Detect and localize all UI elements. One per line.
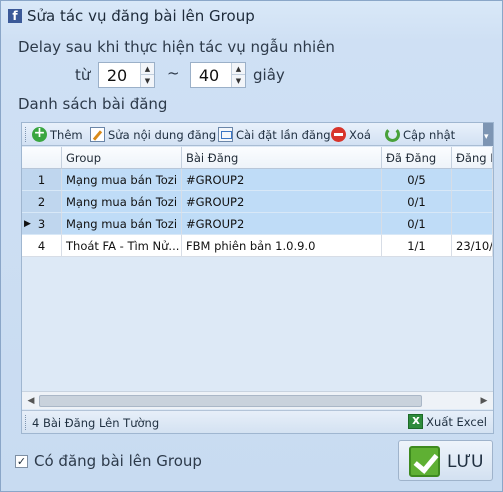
- delay-to-value[interactable]: 40: [191, 66, 227, 85]
- post-to-group-checkbox[interactable]: ✓: [15, 455, 28, 468]
- post-count-label: 4 Bài Đăng Lên Tường: [32, 416, 160, 430]
- posts-panel: Thêm Sửa nội dung đăng Cài đặt lần đăng …: [21, 122, 494, 434]
- delete-button[interactable]: Xoá: [331, 125, 371, 144]
- horizontal-scrollbar[interactable]: ◀ ▶: [22, 391, 493, 409]
- save-button[interactable]: LƯU: [398, 440, 493, 481]
- refresh-button[interactable]: Cập nhật: [385, 125, 455, 144]
- toolbar-overflow-button[interactable]: [483, 123, 493, 146]
- delete-label: Xoá: [349, 127, 371, 142]
- chevron-down-icon[interactable]: ▼: [141, 75, 154, 87]
- chevron-left-icon[interactable]: ◀: [24, 394, 38, 408]
- posts-toolbar: Thêm Sửa nội dung đăng Cài đặt lần đăng …: [22, 123, 493, 146]
- cell-last-posted[interactable]: [452, 169, 493, 191]
- export-excel-button[interactable]: Xuất Excel: [408, 413, 487, 429]
- cell-group[interactable]: Mạng mua bán Tozi: [62, 213, 182, 235]
- settings-icon: [218, 127, 233, 142]
- add-icon: [32, 125, 47, 142]
- chevron-up-icon[interactable]: ▲: [141, 63, 154, 75]
- cell-posted[interactable]: 1/1: [382, 235, 452, 257]
- row-number-cell[interactable]: ▶ 3: [22, 213, 62, 235]
- cell-last-posted[interactable]: [452, 191, 493, 213]
- save-button-label: LƯU: [447, 452, 484, 472]
- delay-to-spin-buttons: ▲ ▼: [231, 63, 245, 87]
- from-label: từ: [75, 66, 91, 84]
- chevron-up-icon[interactable]: ▲: [232, 63, 245, 75]
- cell-posted[interactable]: 0/1: [382, 213, 452, 235]
- cell-post[interactable]: #GROUP2: [182, 213, 382, 235]
- post-settings-label: Cài đặt lần đăng: [236, 127, 331, 142]
- row-number[interactable]: 4: [22, 235, 62, 257]
- edit-content-label: Sửa nội dung đăng: [108, 127, 217, 142]
- table-status-bar: 4 Bài Đăng Lên Tường Xuất Excel: [22, 410, 493, 433]
- add-button[interactable]: Thêm: [32, 125, 83, 144]
- cell-group[interactable]: Mạng mua bán Tozi: [62, 169, 182, 191]
- checkmark-icon: [409, 446, 440, 477]
- cell-post[interactable]: #GROUP2: [182, 169, 382, 191]
- chevron-right-icon[interactable]: ▶: [477, 394, 491, 408]
- seconds-label: giây: [253, 66, 285, 84]
- column-header-post[interactable]: Bài Đăng: [182, 147, 382, 169]
- row-number[interactable]: 1: [22, 169, 62, 191]
- delay-from-stepper[interactable]: 20 ▲ ▼: [98, 62, 155, 88]
- chevron-down-icon[interactable]: ▼: [232, 75, 245, 87]
- edit-task-dialog: f Sửa tác vụ đăng bài lên Group Delay sa…: [0, 0, 503, 492]
- post-settings-button[interactable]: Cài đặt lần đăng: [218, 125, 331, 144]
- delay-to-stepper[interactable]: 40 ▲ ▼: [190, 62, 246, 88]
- scrollbar-thumb[interactable]: [39, 395, 422, 407]
- row-number[interactable]: 2: [22, 191, 62, 213]
- post-to-group-label[interactable]: Có đăng bài lên Group: [34, 452, 202, 470]
- delay-from-value[interactable]: 20: [99, 66, 135, 85]
- column-header-last-posted[interactable]: Đăng L: [452, 147, 493, 169]
- window-title: Sửa tác vụ đăng bài lên Group: [27, 7, 255, 25]
- refresh-icon: [385, 127, 400, 142]
- column-header-posted[interactable]: Đã Đăng: [382, 147, 452, 169]
- posts-section-label: Danh sách bài đăng: [18, 95, 168, 113]
- toolbar-grip: [25, 127, 28, 142]
- cell-posted[interactable]: 0/1: [382, 191, 452, 213]
- cell-posted[interactable]: 0/5: [382, 169, 452, 191]
- edit-content-button[interactable]: Sửa nội dung đăng: [90, 125, 216, 144]
- column-header-group[interactable]: Group: [62, 147, 182, 169]
- posts-table: Group Bài Đăng Đã Đăng Đăng L 1 Mạng mua…: [22, 147, 493, 391]
- add-button-label: Thêm: [50, 127, 83, 142]
- cell-group[interactable]: Mạng mua bán Tozi: [62, 191, 182, 213]
- row-number: 3: [37, 217, 46, 231]
- facebook-icon: f: [8, 9, 22, 23]
- current-row-arrow-icon: ▶: [24, 219, 31, 229]
- row-number-header: [22, 147, 62, 169]
- cell-group[interactable]: Thoát FA - Tìm Nử...: [62, 235, 182, 257]
- cell-last-posted[interactable]: [452, 213, 493, 235]
- cell-post[interactable]: #GROUP2: [182, 191, 382, 213]
- export-excel-label: Xuất Excel: [426, 414, 487, 429]
- delay-label: Delay sau khi thực hiện tác vụ ngẫu nhiê…: [18, 38, 335, 56]
- range-separator: ~: [167, 64, 180, 82]
- delete-icon: [331, 127, 346, 142]
- title-bar: f Sửa tác vụ đăng bài lên Group: [1, 1, 502, 31]
- cell-last-posted[interactable]: 23/10/: [452, 235, 493, 257]
- cell-post[interactable]: FBM phiên bản 1.0.9.0: [182, 235, 382, 257]
- excel-icon: [408, 413, 424, 429]
- refresh-label: Cập nhật: [403, 127, 456, 142]
- edit-icon: [90, 127, 105, 142]
- delay-from-spin-buttons: ▲ ▼: [140, 63, 154, 87]
- status-grip: [25, 415, 28, 430]
